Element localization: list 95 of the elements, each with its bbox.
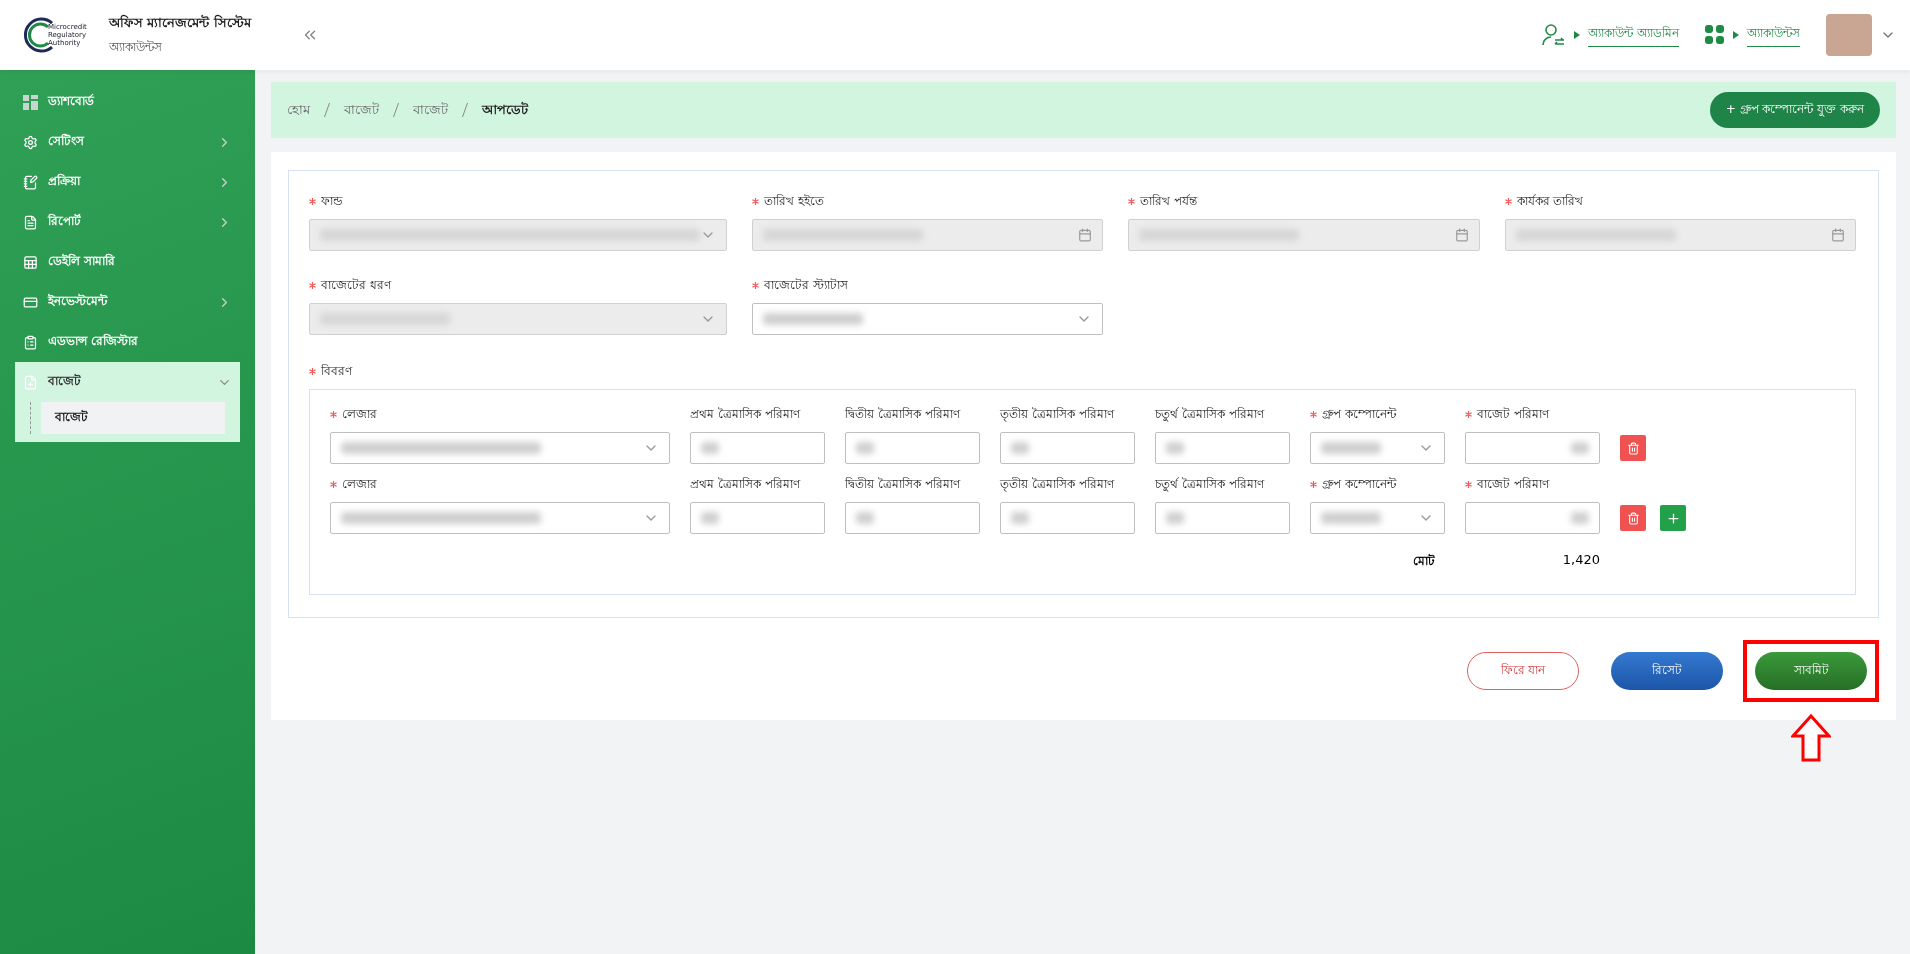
sidebar-item[interactable]: ডেইলি সামারি [15,242,240,282]
input-field[interactable] [1155,502,1290,534]
input-field[interactable] [1000,432,1135,464]
field-label: বিবরণ [321,363,352,379]
column-label: বাজেট পরিমাণ [1477,476,1549,492]
sidebar-item[interactable]: ড্যাশবোর্ড [15,82,240,122]
blurred-value [1571,512,1589,524]
clipboard-icon [23,334,38,350]
breadcrumb-separator [324,103,330,117]
blurred-value [1166,512,1184,524]
spreadsheet-icon [23,254,38,270]
column-label: চতুর্থ ত্রৈমাসিক পরিমাণ [1155,476,1264,492]
play-icon [1733,31,1739,39]
input-field[interactable] [1000,502,1135,534]
file-plus-icon [23,374,38,390]
column-label: প্রথম ত্রৈমাসিক পরিমাণ [690,476,800,492]
field-label: তারিখ পর্যন্ত [1140,193,1198,209]
breadcrumb-link[interactable]: বাজেট [344,99,379,121]
field-label: বাজেটের ধরণ [321,277,391,293]
column-label: চতুর্থ ত্রৈমাসিক পরিমাণ [1155,406,1264,422]
blurred-value [1321,442,1381,454]
select-field[interactable] [330,502,670,534]
total-label: মোট [1413,553,1436,570]
column-label: দ্বিতীয় ত্রৈমাসিক পরিমাণ [845,476,960,492]
trash-icon [1626,441,1640,455]
app-subtitle: অ্যাকাউন্টস [108,38,163,56]
sidebar-subitem[interactable]: বাজেট [41,402,225,434]
breadcrumb-separator [393,103,399,117]
column-label: গ্রুপ কম্পোনেন্ট [1322,406,1396,422]
column-label: প্রথম ত্রৈমাসিক পরিমাণ [690,406,800,422]
select-field[interactable] [752,303,1104,335]
add-group-component-button[interactable]: + গ্রুপ কম্পোনেন্ট যুক্ত করুন [1709,92,1880,128]
breadcrumb-separator [462,103,468,117]
input-field[interactable] [1465,502,1600,534]
sidebar-item[interactable]: সেটিংস [15,122,240,162]
input-field[interactable] [690,502,825,534]
column-label: গ্রুপ কম্পোনেন্ট [1322,476,1396,492]
plus-icon [1665,510,1681,526]
blurred-value [701,442,719,454]
column-label: তৃতীয় ত্রৈমাসিক পরিমাণ [1000,476,1114,492]
blurred-value [1011,512,1029,524]
trash-icon [1626,511,1640,525]
breadcrumb-link[interactable]: হোম [287,99,310,121]
card-icon [23,294,38,310]
reset-button[interactable]: রিসেট [1611,652,1723,690]
play-icon [1574,31,1581,39]
settings-icon [23,134,38,150]
total-value: 1,420 [1562,552,1600,569]
avatar[interactable] [1826,14,1872,56]
column-label: দ্বিতীয় ত্রৈমাসিক পরিমাণ [845,406,960,422]
delete-button[interactable] [1620,435,1646,461]
input-field[interactable] [690,432,825,464]
sidebar-item[interactable]: এডভান্স রেজিস্টার [15,322,240,362]
field-label: ফান্ড [321,193,343,209]
apps-icon [1705,25,1725,45]
input-field[interactable] [845,432,980,464]
add-row-button[interactable] [1660,505,1686,531]
sidebar-item[interactable]: প্রক্রিয়া [15,162,240,202]
calendar-icon [1078,228,1093,242]
calendar-icon [1831,228,1845,242]
blurred-value [1011,442,1029,454]
user-switch-icon [1542,23,1567,47]
input-field[interactable] [1465,432,1600,464]
app-title: অফিস ম্যানেজমেন্ট সিস্টেম [108,13,251,32]
blurred-value [1571,442,1589,454]
column-label: তৃতীয় ত্রৈমাসিক পরিমাণ [1000,406,1114,422]
blurred-value [1321,512,1381,524]
select-field[interactable] [330,432,670,464]
blurred-value [856,512,874,524]
delete-button[interactable] [1620,505,1646,531]
column-label: লেজার [342,476,377,492]
document-icon [23,214,38,230]
breadcrumb-link[interactable]: বাজেট [413,99,448,121]
field-label: তারিখ হইতে [764,193,824,209]
back-button[interactable]: ফিরে যান [1467,652,1579,690]
sidebar-item[interactable]: রিপোর্ট [15,202,240,242]
header-link[interactable]: অ্যাকাউন্টস [1747,23,1800,47]
blurred-value [1166,442,1184,454]
breadcrumb-link[interactable]: আপডেট [482,99,528,121]
input-field[interactable] [1155,432,1290,464]
field-label: বাজেটের স্ট্যাটাস [764,277,848,293]
column-label: লেজার [342,406,377,422]
column-label: বাজেট পরিমাণ [1477,406,1549,422]
blurred-value [856,442,874,454]
sidebar-item[interactable]: ইনভেস্টমেন্ট [15,282,240,322]
dashboard-icon [23,94,38,110]
input-field[interactable] [845,502,980,534]
calendar-icon [1454,228,1469,242]
submit-button[interactable]: সাবমিট [1755,652,1867,690]
notebook-icon [23,174,38,190]
blurred-value [701,512,719,524]
field-label: কার্যকর তারিখ [1516,193,1584,209]
select-field[interactable] [1310,432,1445,464]
select-field[interactable] [1310,502,1445,534]
header-link[interactable]: অ্যাকাউন্ট অ্যাডমিন [1588,23,1679,47]
